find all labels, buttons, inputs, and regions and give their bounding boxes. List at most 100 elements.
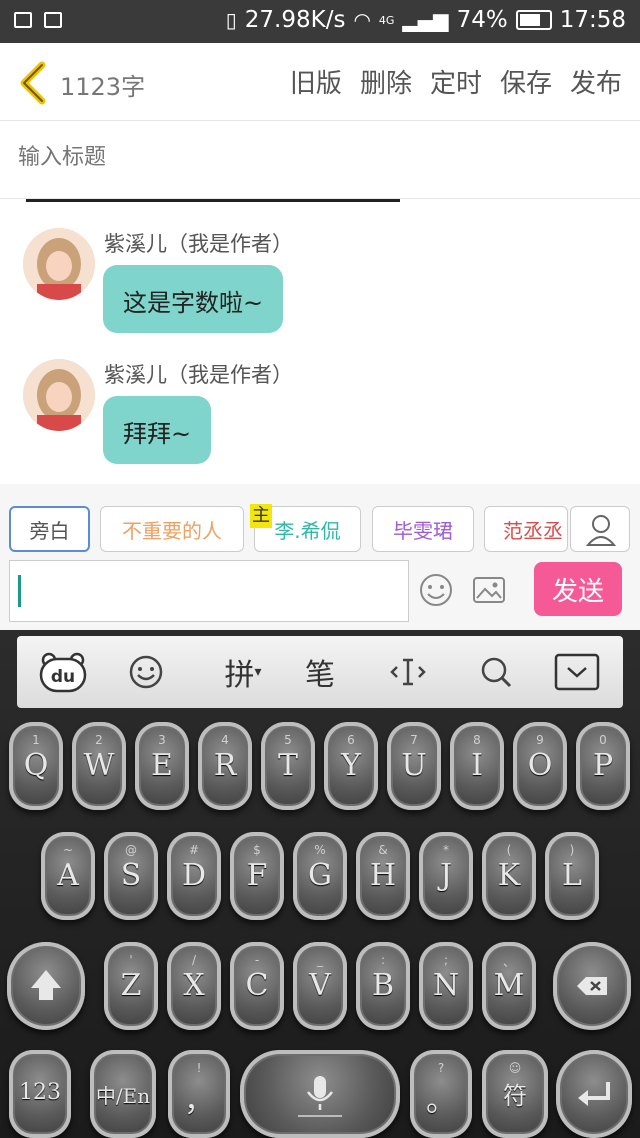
- word-count: 1123字: [60, 73, 146, 101]
- back-arrow-icon[interactable]: [18, 61, 48, 105]
- message-author: 紫溪儿（我是作者）: [104, 363, 293, 387]
- key-sub-label: :: [380, 953, 386, 967]
- role-label: 毕雯珺: [393, 518, 453, 543]
- comma-key[interactable]: ! ，: [168, 1050, 230, 1138]
- key-b[interactable]: :B: [356, 942, 410, 1030]
- key-sub-label: (: [506, 843, 512, 857]
- emoticon-icon[interactable]: [123, 650, 169, 694]
- role-chip[interactable]: 不重要的人: [100, 506, 244, 552]
- key-label: 符: [503, 1082, 527, 1110]
- key-z[interactable]: ' Z: [104, 942, 158, 1030]
- role-chip-narrator[interactable]: 旁白: [9, 506, 90, 552]
- key-q[interactable]: 1Q: [9, 722, 63, 810]
- key-sub-label: 5: [284, 733, 292, 747]
- emoji-icon[interactable]: [418, 572, 454, 608]
- cursor-move-icon[interactable]: [385, 650, 431, 694]
- message-bubble[interactable]: 这是字数啦~: [103, 265, 284, 333]
- smile-icon: [129, 655, 163, 689]
- backspace-key[interactable]: [553, 942, 631, 1030]
- manage-roles-button[interactable]: [570, 506, 630, 552]
- key-f[interactable]: $ F: [230, 832, 284, 920]
- key-d[interactable]: # D: [167, 832, 221, 920]
- message-input[interactable]: [9, 560, 409, 622]
- baidu-logo-icon[interactable]: du: [35, 650, 91, 694]
- key-l[interactable]: ) L: [545, 832, 599, 920]
- role-label: 不重要的人: [122, 518, 222, 543]
- key-label: H: [369, 858, 397, 893]
- key-j[interactable]: * J: [419, 832, 473, 920]
- pinyin-label: 拼: [224, 658, 255, 693]
- avatar-image: [23, 228, 95, 300]
- schedule-button[interactable]: 定时: [430, 63, 482, 100]
- key-g[interactable]: % G: [293, 832, 347, 920]
- key-w[interactable]: 2W: [72, 722, 126, 810]
- key-s[interactable]: @ S: [104, 832, 158, 920]
- key-sub-label: !: [196, 1061, 202, 1075]
- image-icon[interactable]: [471, 572, 507, 608]
- battery-icon: [515, 10, 552, 30]
- key-label: S: [120, 858, 142, 893]
- key-label: 。: [426, 1084, 456, 1119]
- delete-button[interactable]: 删除: [360, 63, 412, 100]
- key-e[interactable]: 3E: [135, 722, 189, 810]
- stroke-mode-button[interactable]: 笔: [297, 650, 343, 694]
- key-i[interactable]: 8I: [450, 722, 504, 810]
- key-label: 中/En: [95, 1084, 151, 1108]
- key-sub-label: %: [314, 843, 326, 857]
- avatar[interactable]: [23, 359, 95, 431]
- key-r[interactable]: 4R: [198, 722, 252, 810]
- key-label: Q: [23, 748, 49, 783]
- symbols-key[interactable]: ☺ 符: [482, 1050, 548, 1138]
- key-x[interactable]: / X: [167, 942, 221, 1030]
- number-mode-key[interactable]: 123: [9, 1050, 71, 1138]
- save-button[interactable]: 保存: [500, 63, 552, 100]
- key-label: N: [432, 968, 460, 1003]
- key-a[interactable]: ~ A: [41, 832, 95, 920]
- key-label: R: [213, 748, 237, 783]
- search-icon[interactable]: [473, 650, 519, 694]
- key-y[interactable]: 6Y: [324, 722, 378, 810]
- shift-key[interactable]: [7, 942, 85, 1030]
- hide-keyboard-icon[interactable]: [553, 650, 601, 694]
- key-u[interactable]: 7U: [387, 722, 441, 810]
- user-icon: [585, 515, 617, 546]
- role-chip[interactable]: 范丞丞: [484, 506, 568, 552]
- publish-button[interactable]: 发布: [570, 63, 622, 100]
- role-label: 范丞丞: [503, 518, 563, 543]
- key-t[interactable]: 5T: [261, 722, 315, 810]
- key-m[interactable]: 、 M: [482, 942, 536, 1030]
- message-bubble[interactable]: 拜拜~: [103, 396, 212, 464]
- key-k[interactable]: (K: [482, 832, 536, 920]
- send-button[interactable]: 发送: [534, 562, 622, 616]
- pinyin-mode-button[interactable]: 拼 ▾: [213, 650, 273, 694]
- key-v[interactable]: _ V: [293, 942, 347, 1030]
- key-label: ，: [184, 1084, 214, 1119]
- key-o[interactable]: 9O: [513, 722, 567, 810]
- role-chip[interactable]: 毕雯珺: [372, 506, 474, 552]
- old-version-button[interactable]: 旧版: [290, 63, 342, 100]
- key-sub-label: $: [253, 843, 261, 857]
- header-menu: 旧版 删除 定时 保存 发布: [290, 63, 622, 100]
- protagonist-tag: 主: [250, 504, 272, 528]
- smile-sub-icon: ☺: [508, 1061, 522, 1075]
- key-label: M: [493, 968, 525, 1003]
- wifi-icon: ◠: [353, 8, 371, 32]
- title-input[interactable]: [18, 145, 618, 170]
- key-c[interactable]: -C: [230, 942, 284, 1030]
- key-sub-label: _: [317, 953, 323, 967]
- avatar[interactable]: [23, 228, 95, 300]
- key-sub-label: ): [569, 843, 575, 857]
- key-label: L: [562, 858, 582, 893]
- net-speed: 27.98K/s: [244, 7, 346, 33]
- key-p[interactable]: 0P: [576, 722, 630, 810]
- space-key[interactable]: [240, 1050, 400, 1138]
- key-label: C: [245, 968, 269, 1003]
- enter-key[interactable]: [556, 1050, 632, 1138]
- key-n[interactable]: ; N: [419, 942, 473, 1030]
- key-label: W: [83, 748, 115, 783]
- keyboard-toolbar: du 拼 ▾ 笔: [17, 636, 623, 708]
- language-switch-key[interactable]: 中/En: [90, 1050, 156, 1138]
- key-sub-label: 4: [221, 733, 229, 747]
- period-key[interactable]: ? 。: [410, 1050, 472, 1138]
- key-h[interactable]: & H: [356, 832, 410, 920]
